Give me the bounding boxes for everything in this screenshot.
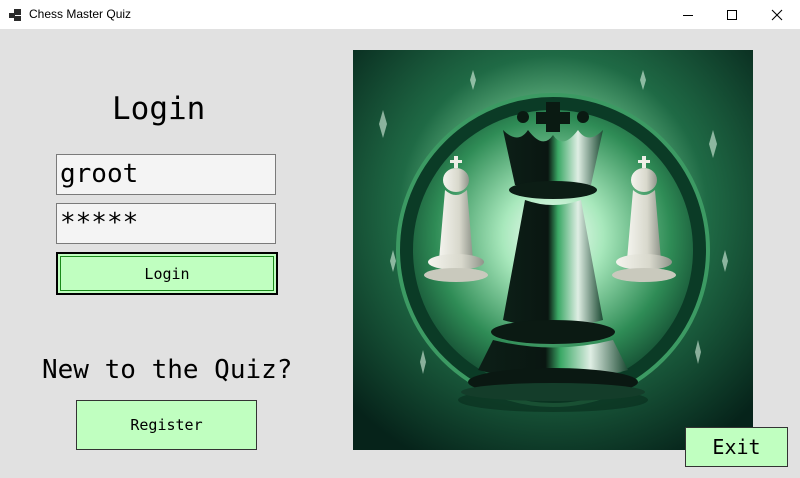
chess-king-artwork: [353, 50, 753, 450]
new-user-prompt: New to the Quiz?: [42, 355, 293, 385]
title-bar: Chess Master Quiz: [0, 0, 800, 29]
maximize-button[interactable]: [709, 0, 754, 29]
maximize-icon: [726, 9, 737, 20]
username-field[interactable]: groot: [56, 154, 276, 195]
password-field[interactable]: *****: [56, 203, 276, 244]
window-title: Chess Master Quiz: [29, 7, 132, 21]
app-icon: [9, 9, 21, 21]
login-button-label: Login: [60, 256, 274, 291]
minimize-button[interactable]: [665, 0, 710, 29]
exit-button[interactable]: Exit: [685, 427, 788, 467]
close-icon: [771, 9, 782, 20]
register-button[interactable]: Register: [76, 400, 257, 450]
minimize-icon: [682, 14, 693, 16]
login-heading: Login: [112, 91, 206, 127]
main-panel: Login groot ***** Login New to the Quiz?…: [0, 29, 800, 478]
close-button[interactable]: [754, 0, 799, 29]
login-button[interactable]: Login: [56, 252, 278, 295]
